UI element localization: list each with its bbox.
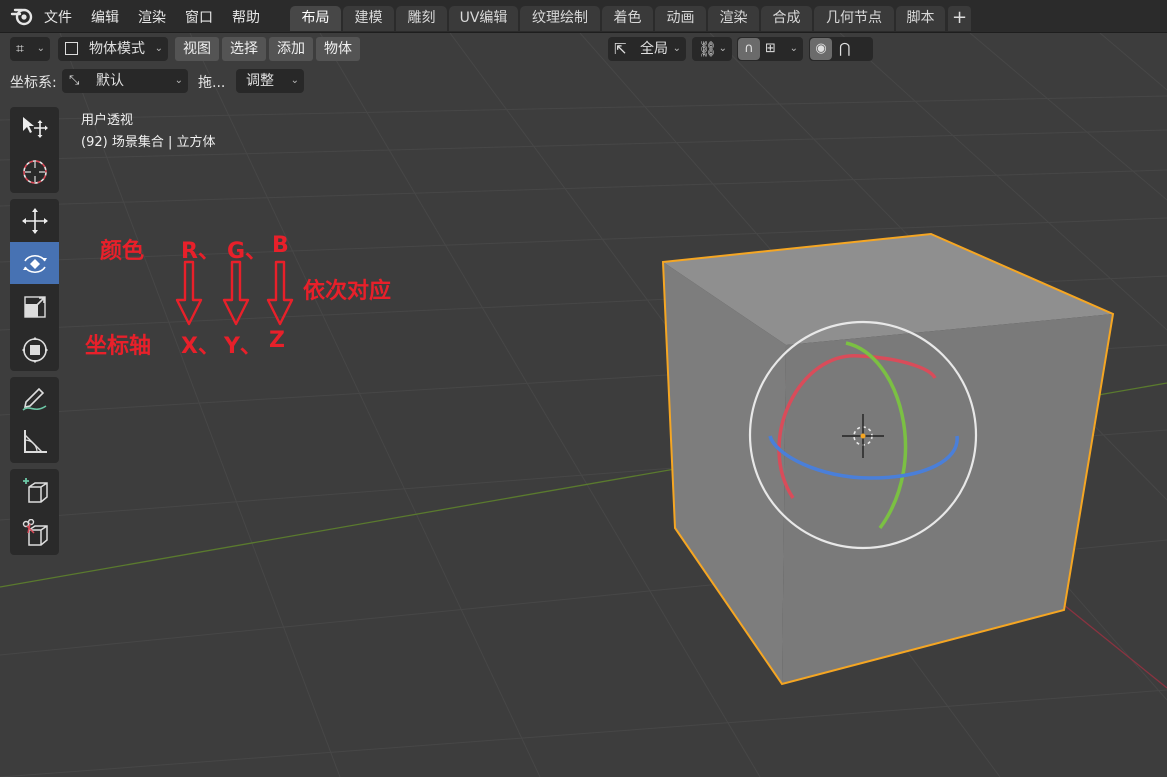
arrow-g-to-y-icon xyxy=(222,260,250,326)
arrow-r-to-x-icon xyxy=(175,260,203,326)
arrow-b-to-z-icon xyxy=(266,260,294,326)
annotation-arrows xyxy=(175,260,294,326)
